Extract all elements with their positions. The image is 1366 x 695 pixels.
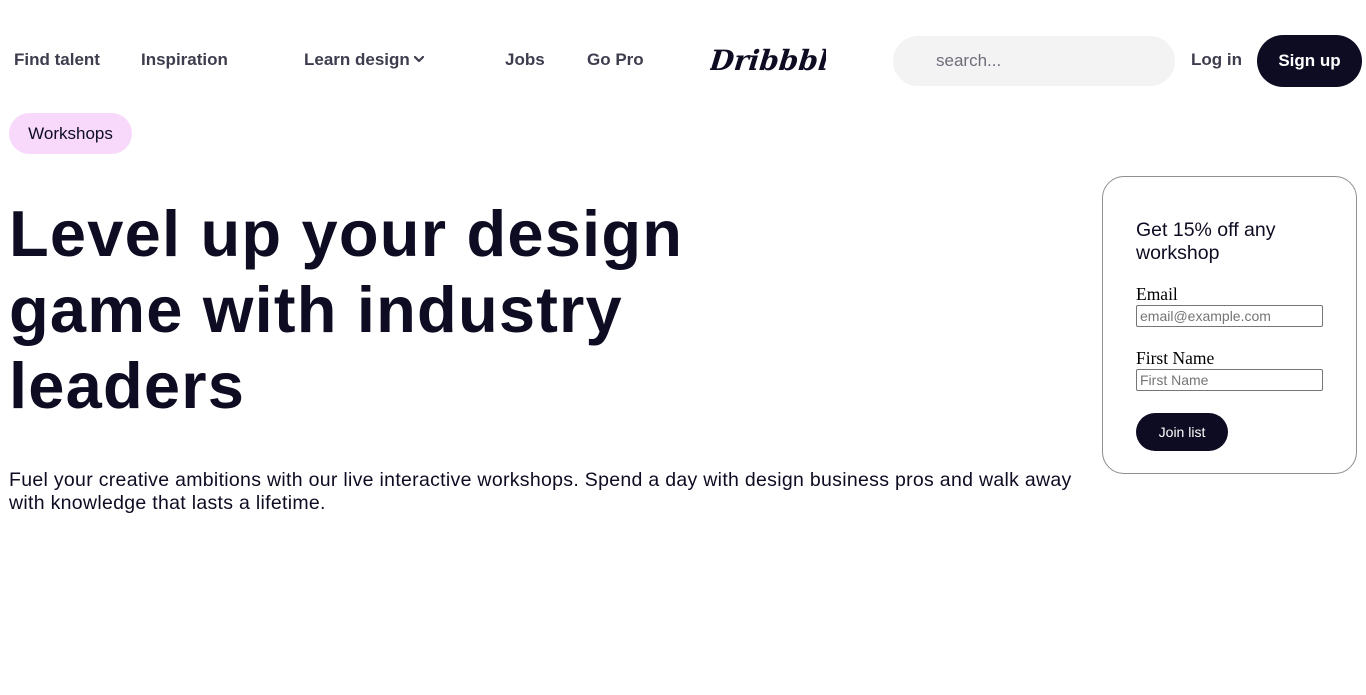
dribbble-logo-wordmark: Dribbble (707, 44, 848, 77)
email-label: Email (1136, 284, 1178, 304)
nav-find-talent[interactable]: Find talent (14, 50, 100, 70)
page-description: Fuel your creative ambitions with our li… (9, 469, 1072, 514)
login-link[interactable]: Log in (1191, 50, 1242, 70)
page: Find talent Inspiration Learn design Job… (0, 0, 1366, 695)
nav-learn-design-label: Learn design (304, 50, 410, 69)
signup-button[interactable]: Sign up (1257, 35, 1362, 87)
dribbble-logo[interactable]: Dribbble (707, 40, 848, 80)
nav-learn-design[interactable]: Learn design (304, 50, 424, 70)
nav-jobs[interactable]: Jobs (505, 50, 545, 70)
page-title: Level up your design game with industry … (9, 197, 684, 422)
first-name-field[interactable] (1136, 369, 1323, 391)
workshops-badge: Workshops (9, 113, 132, 154)
nav-inspiration[interactable]: Inspiration (141, 50, 228, 70)
email-field[interactable] (1136, 305, 1323, 327)
nav-go-pro[interactable]: Go Pro (587, 50, 644, 70)
chevron-down-icon (413, 56, 424, 63)
join-list-button[interactable]: Join list (1136, 413, 1228, 451)
discount-signup-card: Get 15% off any workshop Email First Nam… (1102, 176, 1357, 474)
search-input[interactable] (893, 36, 1175, 86)
card-title: Get 15% off any workshop (1136, 219, 1276, 264)
first-name-label: First Name (1136, 348, 1215, 368)
svg-text:Dribbble: Dribbble (710, 44, 826, 77)
